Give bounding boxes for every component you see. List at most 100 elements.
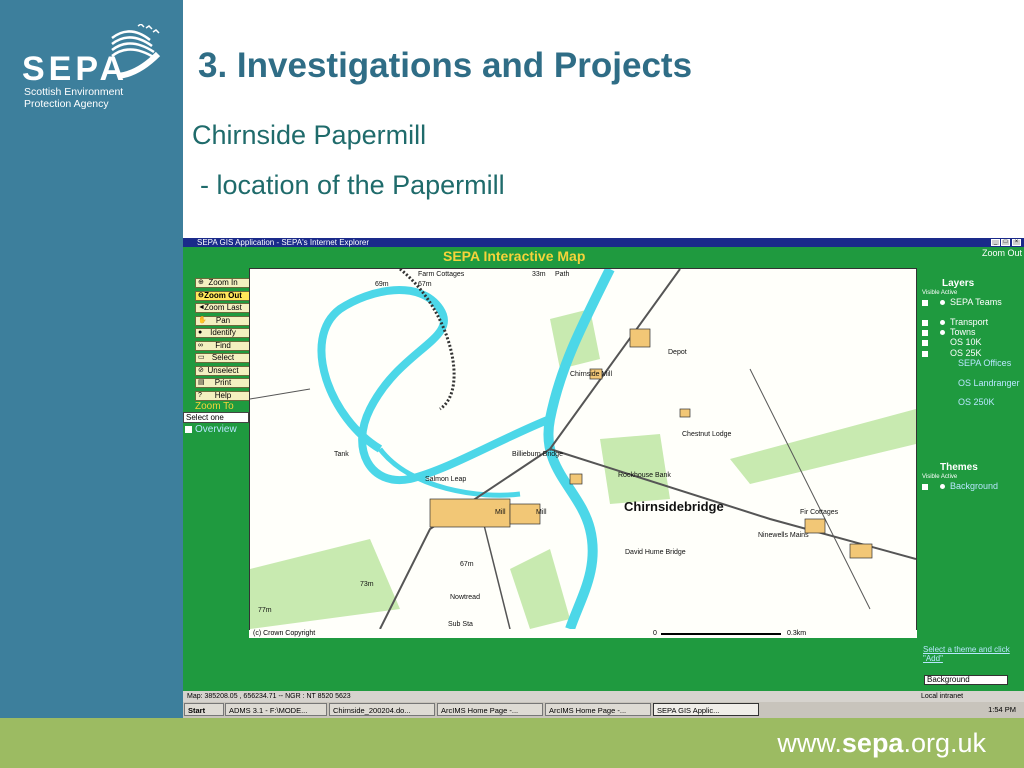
taskbar-item[interactable]: ArcIMS Home Page -... <box>545 703 651 716</box>
map-label: Chirnside Mill <box>570 371 613 378</box>
taskbar-item-active[interactable]: SEPA GIS Applic... <box>653 703 759 716</box>
layers-panel: Layers Visible Active SEPA Teams Transpo… <box>918 268 1024 638</box>
map-label: Farm Cottages <box>418 271 465 278</box>
browser-statusbar: Map: 385208.05 , 656234.71 -- NGR : NT 8… <box>183 691 1024 702</box>
scale-start: 0 <box>653 630 657 637</box>
map-copyright: (c) Crown Copyright <box>253 630 316 637</box>
map-label: Billieburn Bridge <box>512 451 563 458</box>
zoom-in-button[interactable]: ⊕ Zoom In <box>195 278 251 288</box>
layer-visible-checkbox[interactable] <box>922 299 928 306</box>
minimize-button[interactable]: _ <box>991 239 1000 246</box>
maximize-button[interactable]: □ <box>1001 239 1010 246</box>
map-label: Rockhouse Bank <box>618 472 671 479</box>
info-icon: ● <box>198 329 203 336</box>
map-label: Sub Sta <box>448 621 473 628</box>
map-label: David Hume Bridge <box>625 549 686 556</box>
identify-button[interactable]: ● Identify <box>195 328 251 338</box>
map-toolbar: ⊕ Zoom In ⊖ Zoom Out ◄ Zoom Last ✋ Pan ● Iden… <box>195 278 251 403</box>
select-button[interactable]: ▭ Select <box>195 353 251 363</box>
themes-visible-active: Visible Active <box>922 474 958 480</box>
slide-title: 3. Investigations and Projects <box>198 46 693 85</box>
layer-visible-checkbox[interactable] <box>922 339 928 346</box>
overview-checkbox[interactable] <box>185 425 192 433</box>
map-label-chirnsidebridge: Chirnsidebridge <box>624 499 724 514</box>
layer-visible-checkbox[interactable] <box>922 319 928 326</box>
windows-taskbar: Start ADMS 3.1 - F:\MODE... Chirnside_20… <box>183 702 1024 718</box>
map-label: 73m <box>360 581 374 588</box>
map-label: Fir Cottages <box>800 509 839 516</box>
layer-visible-checkbox[interactable] <box>922 350 928 357</box>
sepa-tagline-1: Scottish Environment <box>24 86 124 98</box>
map-label: Salmon Leap <box>425 476 467 483</box>
map-label: Depot <box>668 349 687 356</box>
theme-background[interactable]: Background <box>922 482 998 491</box>
map-label: 33m <box>532 271 546 278</box>
window-title: SEPA GIS Application - SEPA's Internet E… <box>197 238 369 247</box>
map-canvas[interactable]: Farm Cottages 33m Path 67m 69m Depot Chi… <box>249 266 917 638</box>
taskbar-item[interactable]: ADMS 3.1 - F:\MODE... <box>225 703 327 716</box>
overview-toggle[interactable]: Overview <box>185 424 237 435</box>
layer-os-landranger: OS Landranger <box>958 378 1020 388</box>
taskbar-item[interactable]: Chirnside_200204.do... <box>329 703 435 716</box>
layer-active-radio[interactable] <box>940 320 945 326</box>
pan-button[interactable]: ✋ Pan <box>195 315 251 326</box>
zoom-in-icon: ⊕ <box>198 279 204 286</box>
map-label: Nowtread <box>450 594 480 601</box>
unselect-icon: ⊘ <box>198 366 204 374</box>
taskbar-item[interactable]: ArcIMS Home Page -... <box>437 703 543 716</box>
layer-sepa-offices: SEPA Offices <box>958 358 1012 368</box>
zoom-out-icon: ⊖ <box>198 291 204 299</box>
layer-sepa-teams[interactable]: SEPA Teams <box>922 298 1002 307</box>
scale-end: 0.3km <box>787 630 807 637</box>
layer-os-25k[interactable]: OS 25K <box>922 349 982 358</box>
map-scalebar: (c) Crown Copyright 0 0.3km <box>249 630 917 638</box>
print-button[interactable]: ▤ Print <box>195 378 251 388</box>
gis-screenshot: SEPA GIS Application - SEPA's Internet E… <box>183 238 1024 718</box>
zoom-out-link[interactable]: Zoom Out <box>982 248 1022 258</box>
layer-towns[interactable]: Towns <box>922 328 976 337</box>
app-title: SEPA Interactive Map <box>443 248 586 264</box>
zoom-last-button[interactable]: ◄ Zoom Last <box>195 303 251 313</box>
find-button[interactable]: ∞ Find <box>195 340 251 351</box>
sepa-tagline-2: Protection Agency <box>24 98 109 110</box>
status-zone: Local intranet <box>921 693 964 700</box>
help-icon: ? <box>198 391 202 399</box>
select-icon: ▭ <box>198 354 205 361</box>
hand-icon: ✋ <box>198 316 207 324</box>
theme-active-radio[interactable] <box>940 484 945 490</box>
sepa-wordmark: SEPA <box>22 50 129 88</box>
map-label: Mill <box>495 509 506 516</box>
close-button[interactable]: × <box>1012 239 1021 246</box>
taskbar-clock: 1:54 PM <box>988 705 1016 714</box>
unselect-button[interactable]: ⊘ Unselect <box>195 365 251 376</box>
layer-transport[interactable]: Transport <box>922 318 988 327</box>
map-label: Chestnut Lodge <box>682 431 732 438</box>
footer-url: www.sepa.org.uk <box>777 728 986 758</box>
theme-visible-checkbox[interactable] <box>922 483 928 490</box>
scale-line <box>661 633 781 635</box>
layer-os-10k[interactable]: OS 10K <box>922 338 982 347</box>
layer-active-radio[interactable] <box>940 300 945 306</box>
theme-hint-link[interactable]: Select a theme and click "Add" <box>923 645 1024 663</box>
left-brand-band: SEPA Scottish Environment Protection Age… <box>0 0 183 718</box>
printer-icon: ▤ <box>198 379 205 386</box>
help-button[interactable]: ? Help <box>195 390 251 401</box>
browser-titlebar: SEPA GIS Application - SEPA's Internet E… <box>183 238 1024 247</box>
sepa-logo: SEPA Scottish Environment Protection Age… <box>20 20 170 120</box>
zoom-to-label: Zoom To <box>195 401 234 412</box>
map-label: 77m <box>258 607 272 614</box>
map-label: 69m <box>375 281 389 288</box>
map-drawing <box>249 266 917 631</box>
map-label: Mill <box>536 509 547 516</box>
status-text: Map: 385208.05 , 656234.71 -- NGR : NT 8… <box>187 693 351 700</box>
background-select[interactable]: Background <box>924 675 1008 685</box>
zoom-to-select[interactable]: Select one <box>183 412 249 423</box>
layer-visible-checkbox[interactable] <box>922 329 928 336</box>
layers-visible-active: Visible Active <box>922 290 958 296</box>
layer-active-radio[interactable] <box>940 330 945 336</box>
map-label: 67m <box>460 561 474 568</box>
layers-heading: Layers <box>942 278 975 289</box>
back-arrow-icon: ◄ <box>198 304 205 311</box>
start-button[interactable]: Start <box>184 703 224 716</box>
zoom-out-button[interactable]: ⊖ Zoom Out <box>195 290 251 301</box>
